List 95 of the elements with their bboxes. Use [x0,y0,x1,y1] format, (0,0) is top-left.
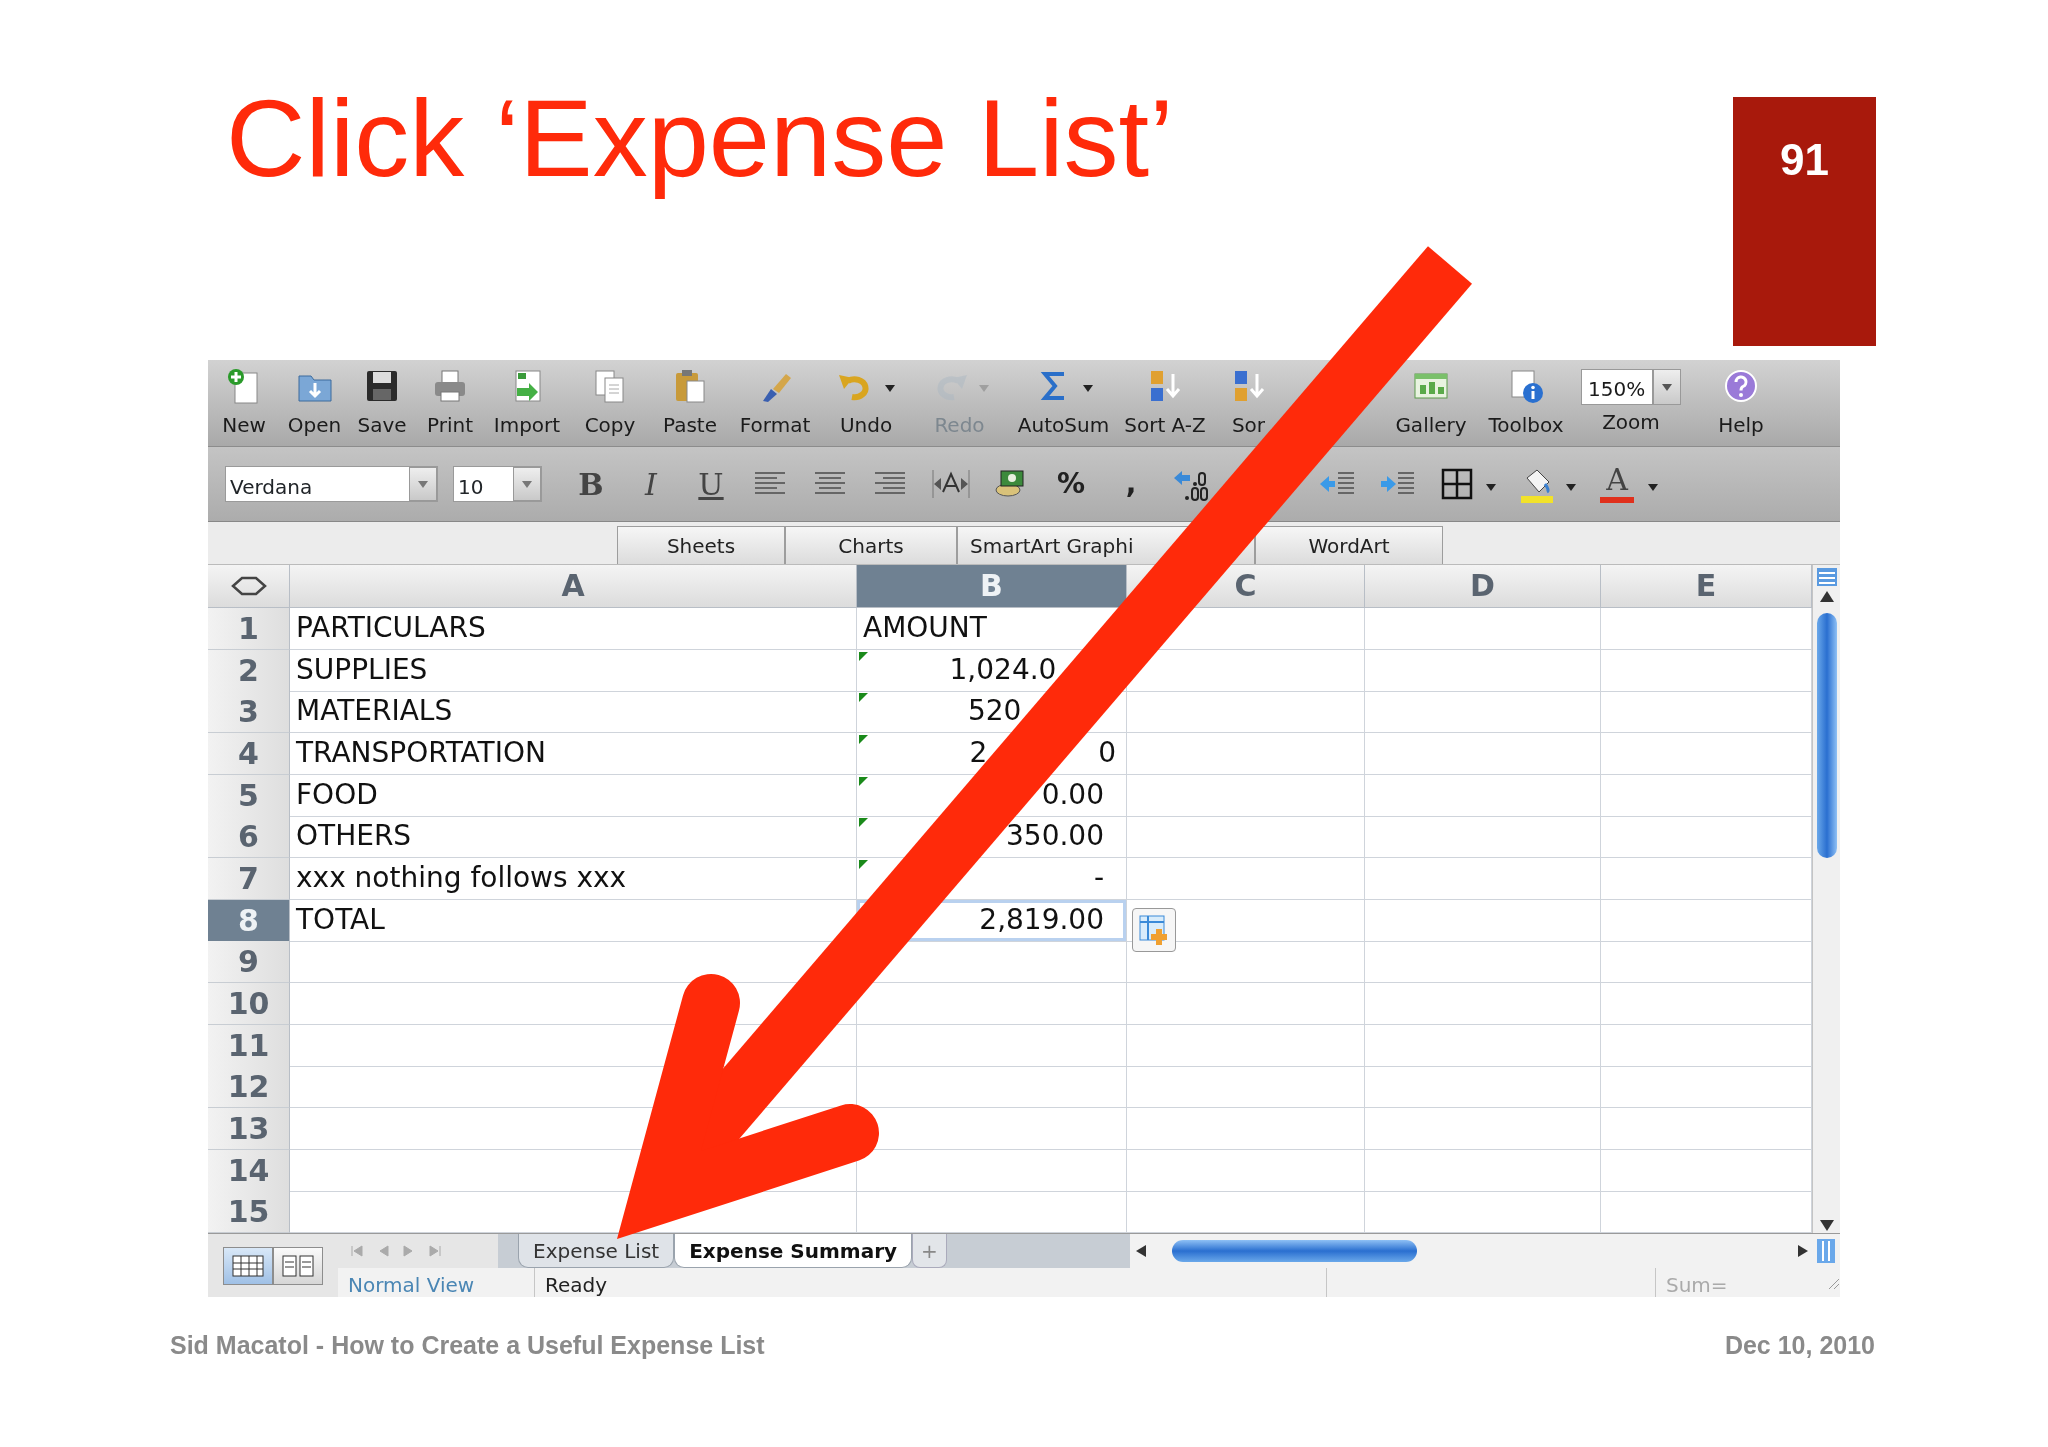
caret-icon [521,479,533,489]
view-mode-text: Normal View [338,1268,535,1297]
cell-text: FOOD [296,777,378,811]
selected-cell[interactable]: 2,819.00 [857,899,1127,942]
row-header[interactable]: 5 [208,774,290,817]
row-header[interactable]: 11 [208,1024,290,1067]
column-header[interactable]: E [1601,565,1812,608]
cell-text: 1,024.0 [949,651,1057,688]
row-header[interactable]: 12 [208,1066,290,1109]
caret-icon [417,479,429,489]
dropdown-button[interactable] [1653,369,1681,405]
cell-text: 2,819.00 [979,901,1104,938]
toolbar-button[interactable]: Print [415,360,485,446]
scroll-right-icon[interactable] [1796,1244,1810,1258]
toolbar-button[interactable]: Gallery [1381,360,1481,446]
row-header[interactable]: 3 [208,691,290,734]
paste-options-button[interactable] [1132,907,1176,952]
zoom-label: Zoom [1602,411,1660,433]
toolbar-button[interactable]: Open [280,360,349,446]
caret-icon [1661,382,1673,392]
row-header[interactable]: 1 [208,608,290,650]
italic-button[interactable]: I [621,461,681,507]
cell-text: PARTICULARS [296,611,486,644]
font-field[interactable]: Verdana [225,466,438,502]
sheet-tab[interactable]: Expense Summary [674,1234,913,1268]
row-header[interactable]: 15 [208,1191,290,1234]
row-header[interactable]: 14 [208,1149,290,1192]
cell-text: TOTAL [296,902,385,936]
view-button[interactable] [223,1246,273,1285]
ribbon-tab[interactable]: Charts [785,526,957,564]
row-header[interactable]: 13 [208,1107,290,1150]
cell-text: 520 [967,693,1022,730]
toolbar-button[interactable]: Save [349,360,415,446]
page-number: 91 [1733,97,1876,346]
underline-button[interactable]: U [681,461,741,507]
footer-text: Sid Macatol - How to Create a Useful Expense List [170,1330,765,1361]
cell-text: TRANSPORTATION [296,735,546,769]
caret-icon[interactable] [1081,382,1094,393]
footer-date: Dec 10, 2010 [1724,1330,1875,1361]
column-header[interactable]: A [290,565,857,608]
toolbar-button[interactable]: Paste [651,360,729,446]
cell-text: 2 [969,734,988,771]
caret-icon[interactable] [1647,481,1659,492]
status-text: Ready [535,1268,1327,1297]
toolbar-button[interactable]: Undo [821,360,911,446]
select-all-icon[interactable] [230,576,267,596]
percent-style-button[interactable]: % [1041,463,1101,505]
cell-text: OTHERS [296,819,412,853]
toolbar-button[interactable]: Toolbox [1481,360,1571,446]
sheet-tab[interactable]: Expense List [518,1234,675,1268]
scroll-left-icon[interactable] [1134,1244,1148,1258]
toolbar-button[interactable]: Help [1691,360,1791,446]
row-header[interactable]: 2 [208,649,290,692]
caret-icon[interactable] [884,382,896,393]
toolbar-button[interactable]: Sort A-Z [1119,360,1211,446]
row-header[interactable]: 10 [208,982,290,1025]
toolbar-button[interactable]: Sor [1211,360,1286,446]
toolbar-button[interactable]: Copy [569,360,651,446]
toolbar-button[interactable]: Import [485,360,569,446]
size-field[interactable]: 10 [453,466,542,502]
row-header[interactable]: 7 [208,857,290,900]
horizontal-scrollbar[interactable] [1130,1234,1840,1268]
comma-style-button[interactable]: , [1101,463,1161,505]
cell-text: - [1093,859,1104,896]
scroll-thumb[interactable] [1816,613,1837,858]
row-header[interactable]: 9 [208,941,290,984]
toolbar-button[interactable]: New [208,360,280,446]
scroll-up-icon[interactable] [1818,589,1835,603]
sum-text: Sum= [1665,1272,1729,1297]
scroll-thumb[interactable] [1172,1240,1417,1262]
font-color-button[interactable]: A [1595,465,1639,503]
zoom-field[interactable]: 150% [1581,369,1653,405]
row-header[interactable]: 8 [208,899,290,942]
cell-text: 350.00 [1006,818,1104,855]
toolbar-button[interactable]: AutoSum [1008,360,1119,446]
split-icon[interactable] [1816,1238,1836,1264]
row-header[interactable]: 6 [208,816,290,859]
cell-text: 0 [1098,734,1116,771]
cell-text: MATERIALS [296,694,453,728]
ribbon-tab[interactable]: Sheets [617,526,785,564]
caret-icon[interactable] [1565,481,1577,492]
view-button[interactable] [273,1246,323,1285]
bold-button[interactable]: B [561,461,621,507]
caret-icon[interactable] [1485,481,1497,492]
slide-title: Click ‘Expense List’ [226,75,1174,201]
cell-text: 0.00 [1041,776,1104,813]
row-header[interactable]: 4 [208,732,290,775]
cell-text: xxx nothing follows xxx [296,860,627,894]
column-header[interactable]: B [857,565,1127,608]
cell-text: AMOUNT [863,611,987,644]
cell-text: SUPPLIES [296,652,428,686]
column-header[interactable]: D [1365,565,1601,608]
toolbar-button[interactable]: Format [729,360,821,446]
vertical-scrollbar[interactable] [1812,565,1840,1233]
ribbon-tab[interactable]: WordArt [1255,526,1443,564]
